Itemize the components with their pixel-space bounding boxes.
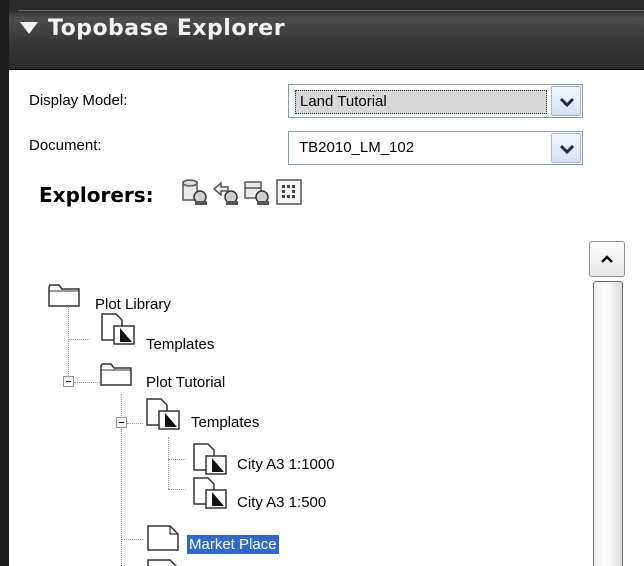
document-icon: [147, 525, 179, 551]
chevron-up-icon: [601, 255, 613, 263]
document-value: TB2010_LM_102: [299, 139, 415, 156]
folder-icon: [100, 363, 132, 386]
tree-item-city-a3-1000[interactable]: City A3 1:1000: [237, 456, 335, 473]
feature-explorer-icon[interactable]: [180, 177, 210, 207]
plot-template-icon: [193, 477, 227, 509]
tree-line: [121, 539, 143, 540]
document-select[interactable]: TB2010_LM_102: [288, 131, 583, 165]
display-model-value: Land Tutorial: [295, 90, 547, 114]
scroll-thumb[interactable]: [593, 281, 623, 566]
topobase-explorer-panel: Topobase Explorer Display Model: Land Tu…: [0, 0, 644, 566]
tree-line: [127, 423, 143, 424]
tree-line: [168, 437, 169, 489]
job-explorer-icon[interactable]: [242, 177, 272, 207]
tree-line: [168, 459, 186, 460]
template-icon: [146, 398, 180, 430]
panel-title: Topobase Explorer: [48, 16, 286, 41]
document-dropdown-button[interactable]: [551, 133, 581, 163]
tree-item-market-place[interactable]: Market Place: [187, 535, 279, 554]
scroll-track: [629, 241, 644, 566]
tree-scrollbar[interactable]: [589, 241, 644, 566]
scroll-up-button[interactable]: [589, 241, 625, 277]
window-edge: [0, 0, 9, 566]
tree-line: [68, 339, 90, 340]
topic-explorer-icon[interactable]: [274, 177, 304, 207]
collapse-toggle-icon[interactable]: [116, 417, 127, 428]
chevron-down-icon: [559, 144, 575, 155]
document-icon: [147, 559, 178, 566]
template-icon: [101, 313, 135, 345]
tree-item-plot-tutorial[interactable]: Plot Tutorial: [146, 374, 225, 391]
folder-icon: [48, 284, 80, 307]
plot-explorer-icon[interactable]: [211, 177, 241, 207]
tree-item-tutorial-templates[interactable]: Templates: [191, 414, 259, 431]
document-label: Document:: [29, 137, 102, 154]
tree-line: [68, 300, 69, 386]
display-model-dropdown-button[interactable]: [551, 86, 581, 116]
tree-line: [168, 489, 186, 490]
chevron-down-icon: [559, 97, 575, 108]
collapse-toggle-icon[interactable]: [63, 376, 74, 387]
collapse-arrow-icon[interactable]: [20, 22, 38, 34]
tree-item-city-a3-500[interactable]: City A3 1:500: [237, 494, 326, 511]
tree-item-plot-library[interactable]: Plot Library: [95, 296, 171, 313]
explorers-label: Explorers:: [39, 183, 154, 207]
display-model-label: Display Model:: [29, 92, 128, 109]
display-model-select[interactable]: Land Tutorial: [288, 84, 583, 118]
plot-template-icon: [193, 443, 227, 475]
tree-item-templates[interactable]: Templates: [146, 336, 214, 353]
